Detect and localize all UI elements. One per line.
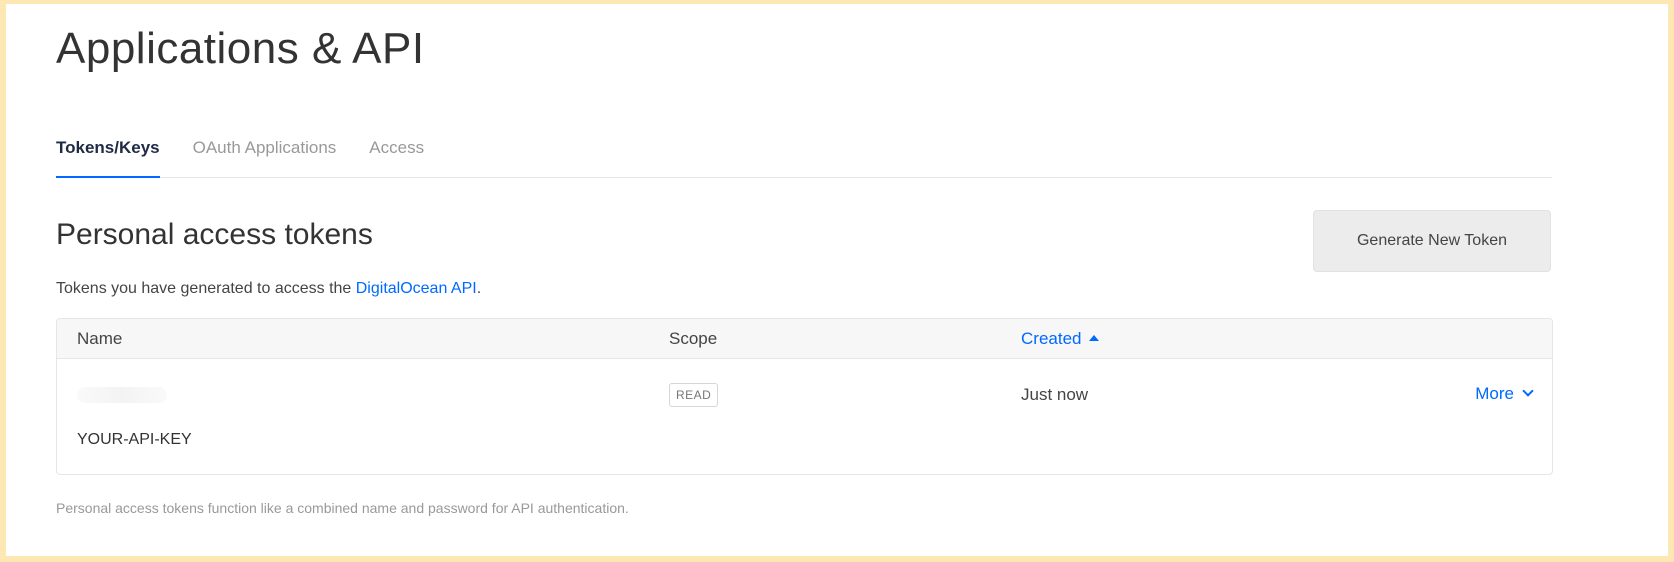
section-title: Personal access tokens [56,218,373,251]
digitalocean-api-link[interactable]: DigitalOcean API [356,280,477,297]
tab-tokens-keys[interactable]: Tokens/Keys [56,132,160,178]
footnote: Personal access tokens function like a c… [56,500,629,516]
table-row: READ Just now More YOUR-API-KEY [57,359,1552,474]
chevron-down-icon [1522,385,1534,397]
sort-ascending-icon [1089,335,1100,341]
created-value: Just now [1021,385,1089,404]
column-header-scope: Scope [669,329,718,348]
token-name-redacted [77,387,167,403]
section-description-text: Tokens you have generated to access the [56,280,356,297]
tab-access[interactable]: Access [369,132,424,178]
scope-badge: READ [669,383,719,407]
tokens-table: Name Scope Created READ Just now More YO… [56,318,1553,475]
column-header-name: Name [77,329,123,348]
more-label: More [1475,384,1514,403]
table-header: Name Scope Created [57,319,1552,359]
column-header-created-label: Created [1021,329,1082,348]
column-header-created[interactable]: Created [1021,329,1100,349]
more-dropdown[interactable]: More [1475,384,1534,404]
generate-new-token-button[interactable]: Generate New Token [1313,210,1551,272]
tab-oauth-applications[interactable]: OAuth Applications [193,132,337,178]
section-description: Tokens you have generated to access the … [56,280,481,298]
api-key-value: YOUR-API-KEY [77,431,192,448]
tab-bar: Tokens/Keys OAuth Applications Access [56,132,1552,178]
page-title: Applications & API [56,24,425,73]
section-description-period: . [476,280,482,297]
page-frame: Applications & API Tokens/Keys OAuth App… [6,4,1668,556]
